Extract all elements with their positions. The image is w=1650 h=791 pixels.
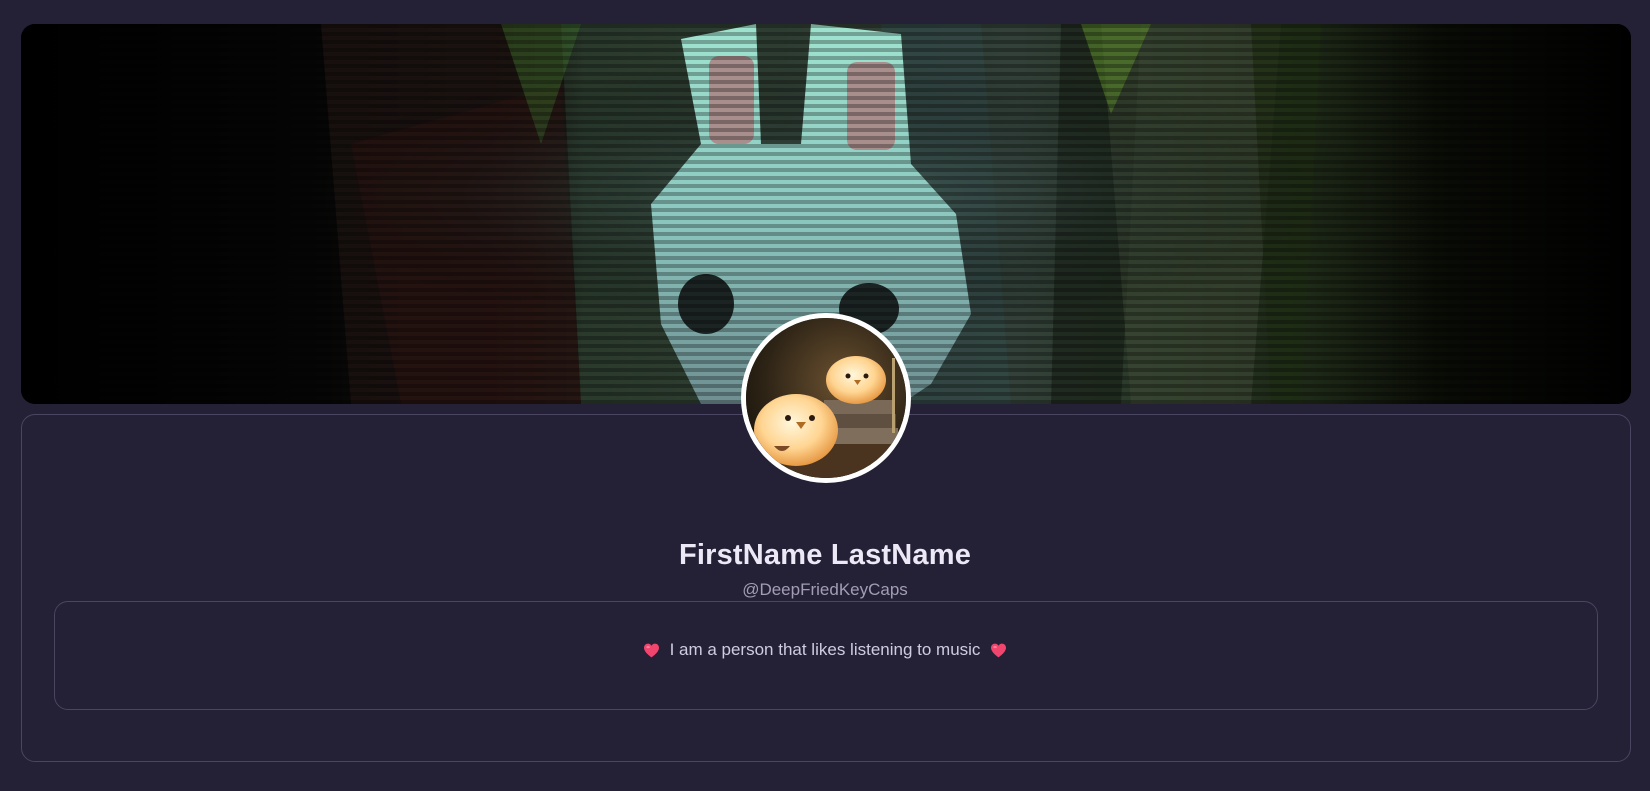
profile-name: FirstName LastName bbox=[678, 539, 972, 571]
heart-icon bbox=[990, 643, 1007, 658]
bio-text: I am a person that likes listening to mu… bbox=[669, 640, 981, 659]
profile-username: @DeepFriedKeyCaps bbox=[742, 580, 908, 599]
heart-icon bbox=[643, 643, 660, 658]
bio-row: I am a person that likes listening to mu… bbox=[0, 640, 1650, 660]
profile-page: FirstName LastName @DeepFriedKeyCaps I a… bbox=[0, 0, 1650, 791]
profile-avatar bbox=[741, 313, 911, 483]
